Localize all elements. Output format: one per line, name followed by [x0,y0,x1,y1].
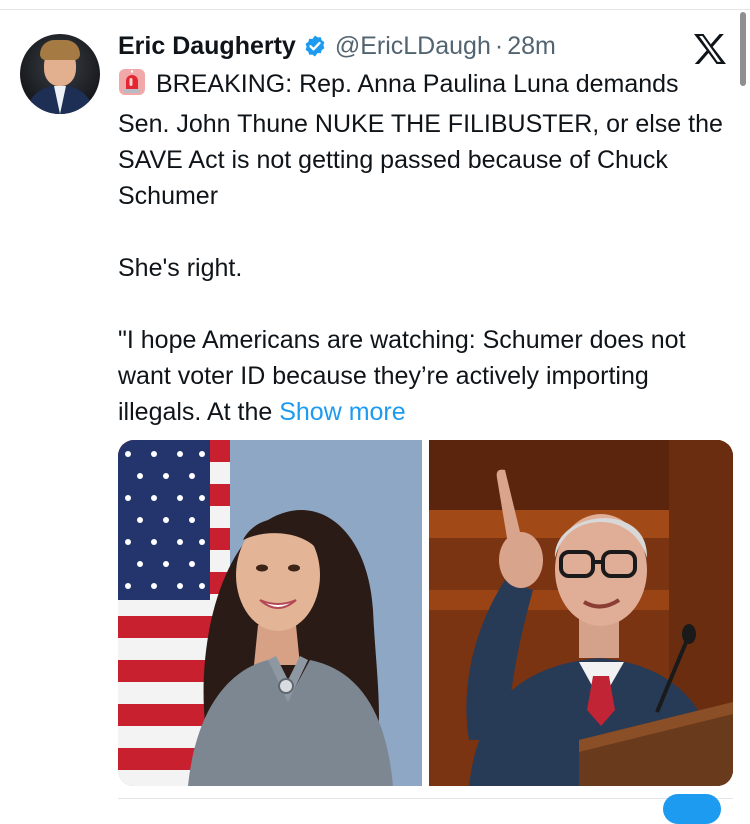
author-name[interactable]: Eric Daugherty [118,32,296,61]
show-more-link[interactable]: Show more [279,398,405,426]
floating-action-button[interactable] [663,794,721,824]
tweet-text-paragraph-1: BREAKING: Rep. Anna Paulina Luna demands… [118,70,723,210]
author-handle[interactable]: @EricLDaugh [335,32,491,61]
bottom-divider [118,798,733,799]
scrollbar[interactable] [740,12,746,86]
separator-dot: · [494,31,504,60]
tweet-media [118,440,733,786]
x-logo-icon[interactable] [693,33,727,65]
author-avatar[interactable] [20,34,100,114]
tweet-body: BREAKING: Rep. Anna Paulina Luna demands… [118,66,733,430]
tweet-text-paragraph-2: She's right. [118,254,243,282]
verified-badge-icon [303,34,327,58]
media-photo-left[interactable] [118,440,422,786]
tweet-header: Eric Daugherty @EricLDaugh · 28m [118,28,556,64]
media-photo-right[interactable] [429,440,733,786]
top-divider [0,9,750,10]
tweet-timestamp[interactable]: 28m [507,32,556,61]
police-light-icon [118,68,146,106]
